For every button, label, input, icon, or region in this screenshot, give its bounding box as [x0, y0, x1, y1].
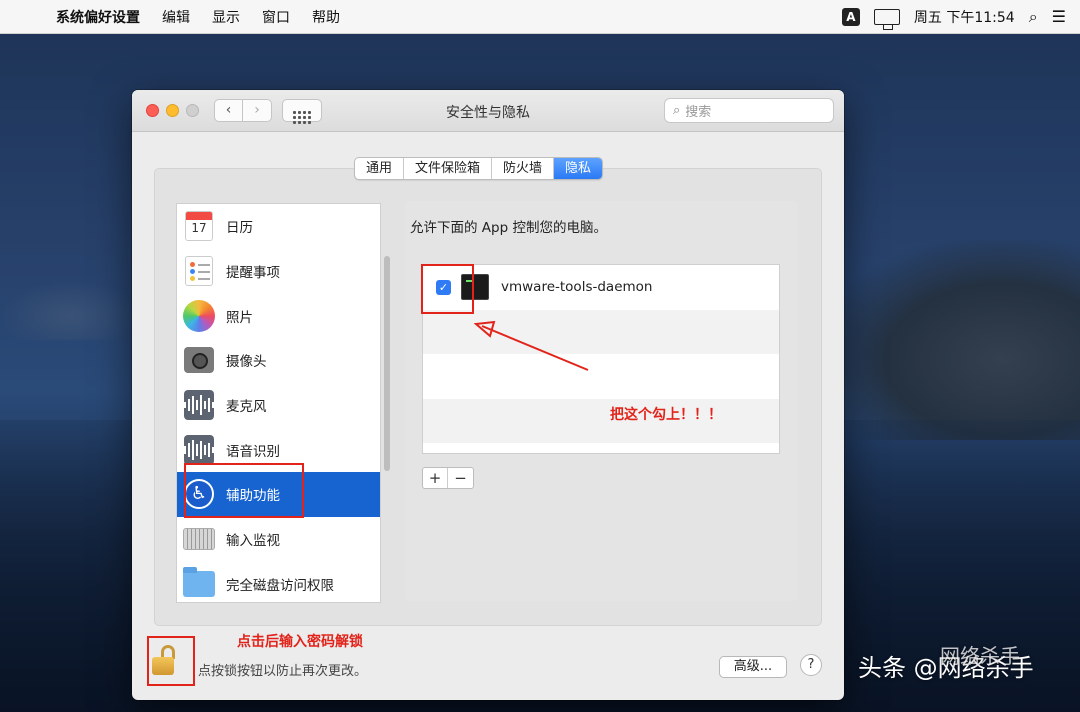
- calendar-icon: 17: [182, 209, 216, 243]
- search-placeholder: 搜索: [685, 105, 712, 120]
- tab-bar: 通用 文件保险箱 防火墙 隐私: [354, 157, 604, 180]
- app-row[interactable]: ✓ vmware-tools-daemon: [423, 265, 779, 310]
- empty-row: [423, 398, 779, 443]
- permissions-description: 允许下面的 App 控制您的电脑。: [410, 220, 607, 236]
- sidebar-item-label: 照片: [226, 309, 253, 326]
- menu-window[interactable]: 窗口: [262, 7, 290, 27]
- photos-icon: [182, 299, 216, 333]
- keyboard-icon: [182, 522, 216, 556]
- airplay-display-icon[interactable]: [873, 8, 900, 30]
- lock-annotation: 点击后输入密码解锁: [237, 634, 363, 650]
- sidebar-item-label: 完全磁盘访问权限: [226, 577, 334, 594]
- help-button[interactable]: ?: [800, 654, 822, 676]
- sidebar-item-photos[interactable]: 照片: [177, 293, 380, 338]
- sidebar-item-input-monitoring[interactable]: 输入监视: [177, 517, 380, 562]
- window-titlebar: ‹ › 安全性与隐私 ⌕ 搜索: [132, 90, 844, 132]
- tab-general[interactable]: 通用: [355, 158, 405, 179]
- menu-view[interactable]: 显示: [212, 7, 240, 27]
- sidebar-item-label: 输入监视: [226, 533, 280, 550]
- watermark-subtext: 网络杀手: [940, 644, 1020, 668]
- camera-icon: [182, 343, 216, 377]
- input-method-icon[interactable]: A: [841, 7, 860, 26]
- checkbox-highlight-box: [421, 264, 474, 314]
- menu-edit[interactable]: 编辑: [162, 7, 190, 27]
- accessibility-highlight-box: [184, 463, 304, 518]
- sidebar-item-label: 摄像头: [226, 354, 267, 371]
- spotlight-search-icon[interactable]: ⌕: [1029, 7, 1038, 27]
- sidebar-item-camera[interactable]: 摄像头: [177, 338, 380, 383]
- privacy-category-list[interactable]: 17 日历 提醒事项 照片 摄像头 麦克风 语音识别 ♿ 辅助功能 输入监视 完…: [176, 203, 381, 603]
- desktop-island-right: [820, 240, 1080, 440]
- security-privacy-window: ‹ › 安全性与隐私 ⌕ 搜索 通用 文件保险箱 防火墙 隐私 17 日历 提醒…: [132, 90, 844, 700]
- search-field[interactable]: ⌕ 搜索: [664, 98, 834, 123]
- sidebar-item-reminders[interactable]: 提醒事项: [177, 249, 380, 294]
- sidebar-item-microphone[interactable]: 麦克风: [177, 383, 380, 428]
- reminders-icon: [182, 254, 216, 288]
- desktop-island-left: [0, 280, 140, 340]
- sidebar-item-label: 麦克风: [226, 399, 267, 416]
- sidebar-item-label: 语音识别: [226, 443, 280, 460]
- add-remove-control: + −: [422, 467, 474, 489]
- app-name: vmware-tools-daemon: [501, 279, 653, 296]
- sidebar-item-full-disk-access[interactable]: 完全磁盘访问权限: [177, 562, 380, 603]
- menu-clock[interactable]: 周五 下午11:54: [914, 7, 1015, 27]
- tab-firewall[interactable]: 防火墙: [492, 158, 555, 179]
- list-scrollbar[interactable]: [384, 256, 390, 471]
- menu-help[interactable]: 帮助: [312, 7, 340, 27]
- search-icon: ⌕: [673, 103, 681, 118]
- tab-filevault[interactable]: 文件保险箱: [404, 158, 493, 179]
- notification-center-icon[interactable]: ☰: [1052, 7, 1066, 26]
- menu-app-name[interactable]: 系统偏好设置: [56, 7, 140, 27]
- speech-recognition-icon: [182, 433, 216, 467]
- sidebar-item-calendar[interactable]: 17 日历: [177, 204, 380, 249]
- annotation-arrow: [473, 320, 589, 371]
- folder-icon: [182, 566, 216, 601]
- menu-bar: 系统偏好设置 编辑 显示 窗口 帮助 A 周五 下午11:54 ⌕ ☰: [0, 0, 1080, 34]
- watermark: 头条 @网络杀手 网络杀手: [858, 644, 1034, 683]
- check-annotation: 把这个勾上！！！: [610, 407, 722, 423]
- advanced-button[interactable]: 高级...: [719, 656, 787, 678]
- lock-hint-text: 点按锁按钮以防止再次更改。: [198, 664, 368, 679]
- tab-privacy[interactable]: 隐私: [554, 158, 603, 179]
- sidebar-item-label: 提醒事项: [226, 265, 280, 282]
- lock-highlight-box: [147, 636, 195, 686]
- add-app-button[interactable]: +: [423, 468, 448, 488]
- menu-bar-extras: A 周五 下午11:54 ⌕ ☰: [841, 7, 1080, 30]
- remove-app-button[interactable]: −: [448, 468, 473, 488]
- sidebar-item-label: 日历: [226, 220, 253, 237]
- microphone-icon: [182, 388, 216, 422]
